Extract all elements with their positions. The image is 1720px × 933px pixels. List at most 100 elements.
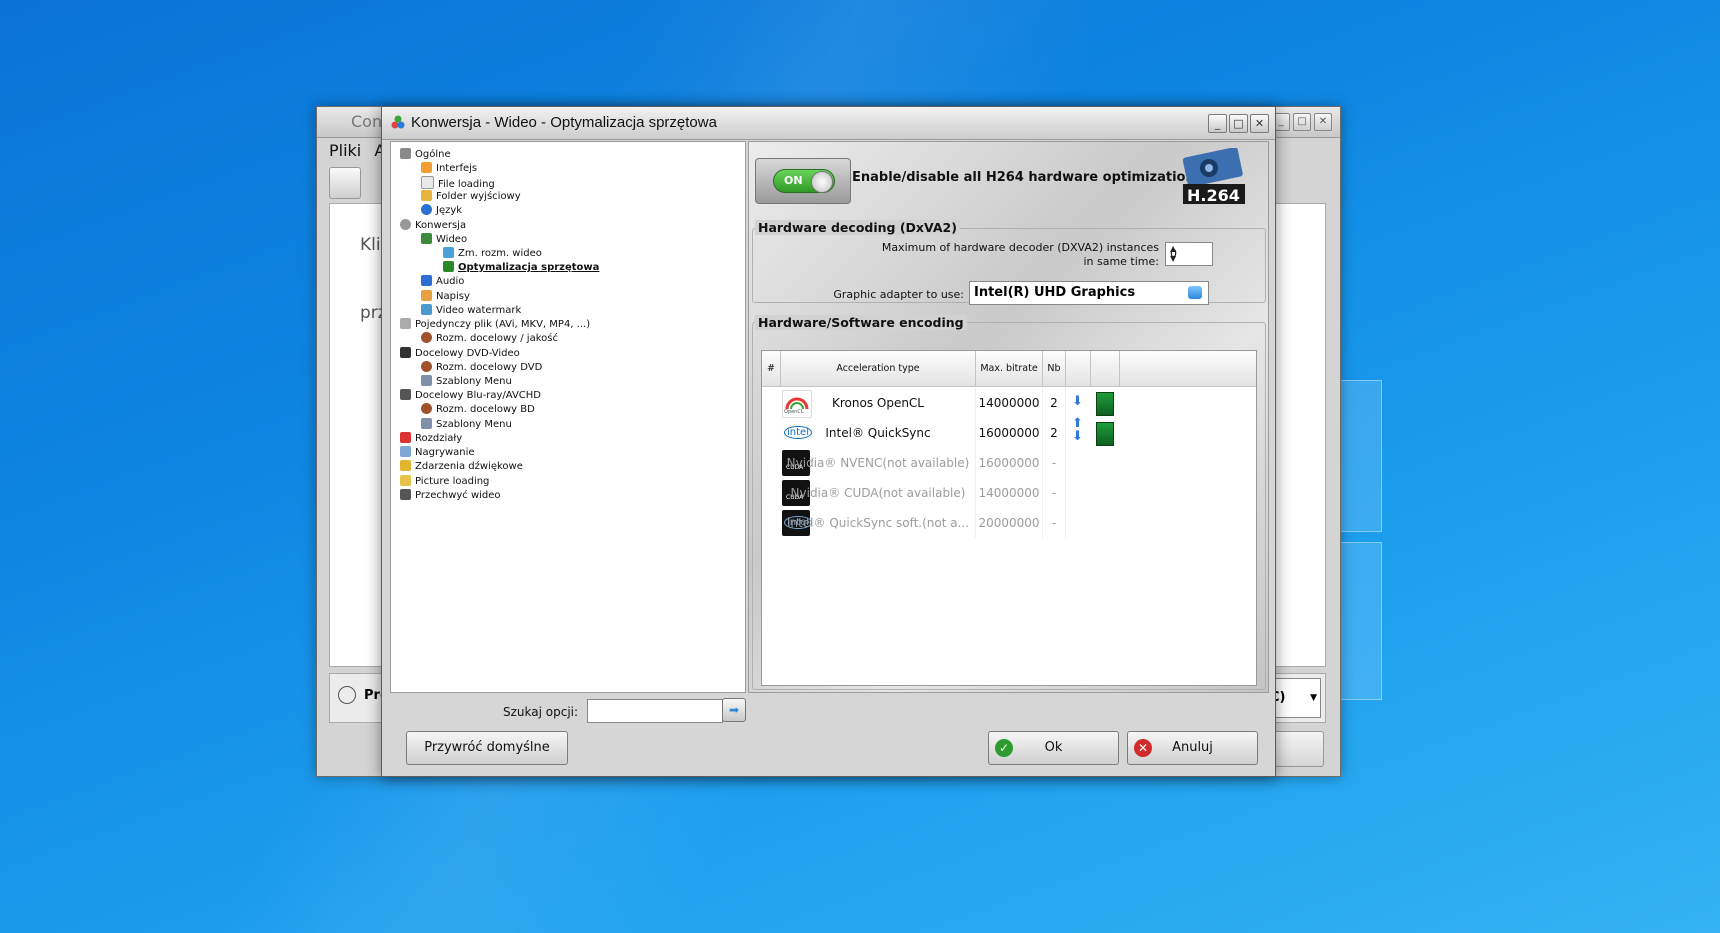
- tree-item-szablony-menu-bd[interactable]: Szablony Menu: [421, 418, 512, 432]
- column-header-number[interactable]: #: [762, 351, 781, 386]
- nb-value: 2: [1043, 418, 1066, 448]
- tree-item-jezyk[interactable]: Język: [421, 204, 462, 218]
- tree-item-nagrywanie[interactable]: Nagrywanie: [400, 446, 475, 460]
- search-go-button[interactable]: ➡: [722, 698, 746, 722]
- table-row[interactable]: CUDA Nvidia® CUDA(not available) 1400000…: [762, 478, 1146, 508]
- gpu-settings-icon[interactable]: [1096, 422, 1114, 446]
- tree-item-docelowy-bluray[interactable]: Docelowy Blu-ray/AVCHD: [400, 389, 541, 403]
- maximize-button[interactable]: □: [1229, 114, 1248, 133]
- bluray-icon: [400, 389, 411, 400]
- background-button[interactable]: [1272, 731, 1324, 767]
- tree-item-interfejs[interactable]: Interfejs: [421, 162, 477, 176]
- table-row[interactable]: CUDA Nvidia® NVENC(not available) 160000…: [762, 448, 1146, 478]
- tree-item-file-loading[interactable]: File loading: [421, 176, 495, 190]
- column-header-acceleration-type[interactable]: Acceleration type: [781, 351, 976, 386]
- tree-item-konwersja[interactable]: Konwersja: [400, 219, 466, 233]
- column-header-max-bitrate[interactable]: Max. bitrate: [976, 351, 1043, 386]
- chevron-down-icon: ▼: [1310, 693, 1317, 703]
- hw-optimization-toggle[interactable]: ON: [755, 158, 851, 204]
- toggle-label: Enable/disable all H264 hardware optimiz…: [852, 170, 1203, 185]
- restore-defaults-button[interactable]: Przywróć domyślne: [406, 731, 568, 765]
- search-input[interactable]: [587, 699, 723, 723]
- close-button[interactable]: ✕: [1314, 113, 1332, 131]
- globe-icon: [421, 204, 432, 215]
- tree-item-rozdzialy[interactable]: Rozdziały: [400, 432, 462, 446]
- max-instances-label: Maximum of hardware decoder (DXVA2) inst…: [881, 241, 1159, 254]
- table-row[interactable]: intel Intel® QuickSync 16000000 2 ⬆ ⬇: [762, 416, 1146, 448]
- max-instances-spinner[interactable]: 0 ▲ ▼: [1165, 242, 1213, 266]
- adapter-label: Graphic adapter to use:: [833, 288, 964, 301]
- app-icon: [391, 115, 405, 129]
- tree-item-folder[interactable]: Folder wyjściowy: [421, 190, 521, 204]
- table-row[interactable]: OpenCL Kronos OpenCL 14000000 2 ⬇: [762, 388, 1146, 418]
- options-tree[interactable]: Ogólne Interfejs File loading Folder wyj…: [390, 141, 746, 693]
- max-bitrate: 14000000: [976, 388, 1043, 418]
- subtitles-icon: [421, 290, 432, 301]
- close-button[interactable]: ✕: [1250, 114, 1269, 133]
- tree-item-ogolne[interactable]: Ogólne: [400, 148, 451, 162]
- interface-icon: [421, 162, 432, 173]
- dialog-titlebar[interactable]: Konwersja - Wideo - Optymalizacja sprzęt…: [382, 107, 1275, 140]
- target-icon: [421, 403, 432, 414]
- gpu-settings-icon[interactable]: [1096, 392, 1114, 416]
- toggle-state: ON: [784, 174, 803, 187]
- max-instances-label: in same time:: [1083, 255, 1159, 268]
- toggle-switch[interactable]: ON: [773, 169, 835, 193]
- table-row[interactable]: intel Intel® QuickSync soft.(not a... 20…: [762, 508, 1146, 538]
- tree-item-wideo[interactable]: Wideo: [421, 233, 467, 247]
- column-header-nb[interactable]: Nb: [1043, 351, 1066, 386]
- menu-template-icon: [421, 375, 432, 386]
- gear-icon: [400, 219, 411, 230]
- table-header: # Acceleration type Max. bitrate Nb: [762, 351, 1256, 387]
- tree-item-audio[interactable]: Audio: [421, 275, 464, 289]
- add-file-button[interactable]: [329, 167, 361, 199]
- ok-label: Ok: [1044, 740, 1063, 755]
- burn-icon: [400, 446, 411, 457]
- hardware-settings-pane: ON Enable/disable all H264 hardware opti…: [748, 141, 1269, 693]
- tree-item-rozm-docelowy-jakosc[interactable]: Rozm. docelowy / jakość: [421, 332, 558, 346]
- watermark-icon: [421, 304, 432, 315]
- chevron-down-icon[interactable]: ▼: [1170, 254, 1209, 263]
- tools-icon: [400, 148, 411, 159]
- hardware-icon: [443, 261, 454, 272]
- acceleration-type: Kronos OpenCL: [781, 388, 976, 418]
- acceleration-type: Nvidia® CUDA(not available): [781, 478, 976, 508]
- chevron-down-icon[interactable]: [1188, 286, 1202, 299]
- adapter-value: Intel(R) UHD Graphics: [974, 285, 1136, 300]
- cancel-button[interactable]: ✕ Anuluj: [1127, 731, 1258, 765]
- tree-item-pojedynczy-plik[interactable]: Pojedynczy plik (AVi, MKV, MP4, ...): [400, 318, 590, 332]
- decoding-title: Hardware decoding (DxVA2): [755, 220, 960, 235]
- minimize-button[interactable]: _: [1208, 114, 1227, 133]
- tree-item-docelowy-dvd[interactable]: Docelowy DVD-Video: [400, 347, 520, 361]
- adapter-select[interactable]: Intel(R) UHD Graphics: [969, 281, 1209, 305]
- tree-item-rozm-docelowy-dvd[interactable]: Rozm. docelowy DVD: [421, 361, 542, 375]
- tree-item-zdarzenia-dzwiekowe[interactable]: Zdarzenia dźwiękowe: [400, 460, 523, 474]
- ok-button[interactable]: ✓ Ok: [988, 731, 1119, 765]
- chevron-up-icon[interactable]: ▲: [1170, 244, 1209, 253]
- tree-item-zm-rozm-wideo[interactable]: Zm. rozm. wideo: [443, 247, 542, 261]
- nb-value: -: [1043, 448, 1066, 478]
- target-icon: [421, 361, 432, 372]
- tree-item-video-watermark[interactable]: Video watermark: [421, 304, 521, 318]
- menu-item-pliki[interactable]: Pliki: [329, 141, 361, 160]
- single-file-icon: [400, 318, 411, 329]
- windows-logo-pane: [1340, 542, 1382, 700]
- nb-value: 2: [1043, 388, 1066, 418]
- dialog-title: Konwersja - Wideo - Optymalizacja sprzęt…: [411, 114, 717, 131]
- tree-item-optymalizacja-sprzetowa[interactable]: Optymalizacja sprzętowa: [443, 261, 599, 275]
- encoding-table[interactable]: # Acceleration type Max. bitrate Nb Open…: [761, 350, 1257, 686]
- nb-value: -: [1043, 478, 1066, 508]
- tree-item-rozm-docelowy-bd[interactable]: Rozm. docelowy BD: [421, 403, 535, 417]
- options-dialog[interactable]: Konwersja - Wideo - Optymalizacja sprzęt…: [381, 106, 1276, 777]
- tree-item-picture-loading[interactable]: Picture loading: [400, 475, 489, 489]
- move-down-icon[interactable]: ⬇: [1072, 394, 1083, 409]
- maximize-button[interactable]: □: [1293, 113, 1311, 131]
- tree-item-szablony-menu-dvd[interactable]: Szablony Menu: [421, 375, 512, 389]
- column-header-settings: [1091, 351, 1120, 386]
- move-down-icon[interactable]: ⬇: [1072, 429, 1083, 444]
- tree-item-przechwyc-wideo[interactable]: Przechwyć wideo: [400, 489, 501, 503]
- search-label: Szukaj opcji:: [503, 705, 579, 719]
- tree-item-napisy[interactable]: Napisy: [421, 290, 470, 304]
- cancel-icon: ✕: [1134, 739, 1152, 757]
- windows-logo-pane: [1340, 380, 1382, 532]
